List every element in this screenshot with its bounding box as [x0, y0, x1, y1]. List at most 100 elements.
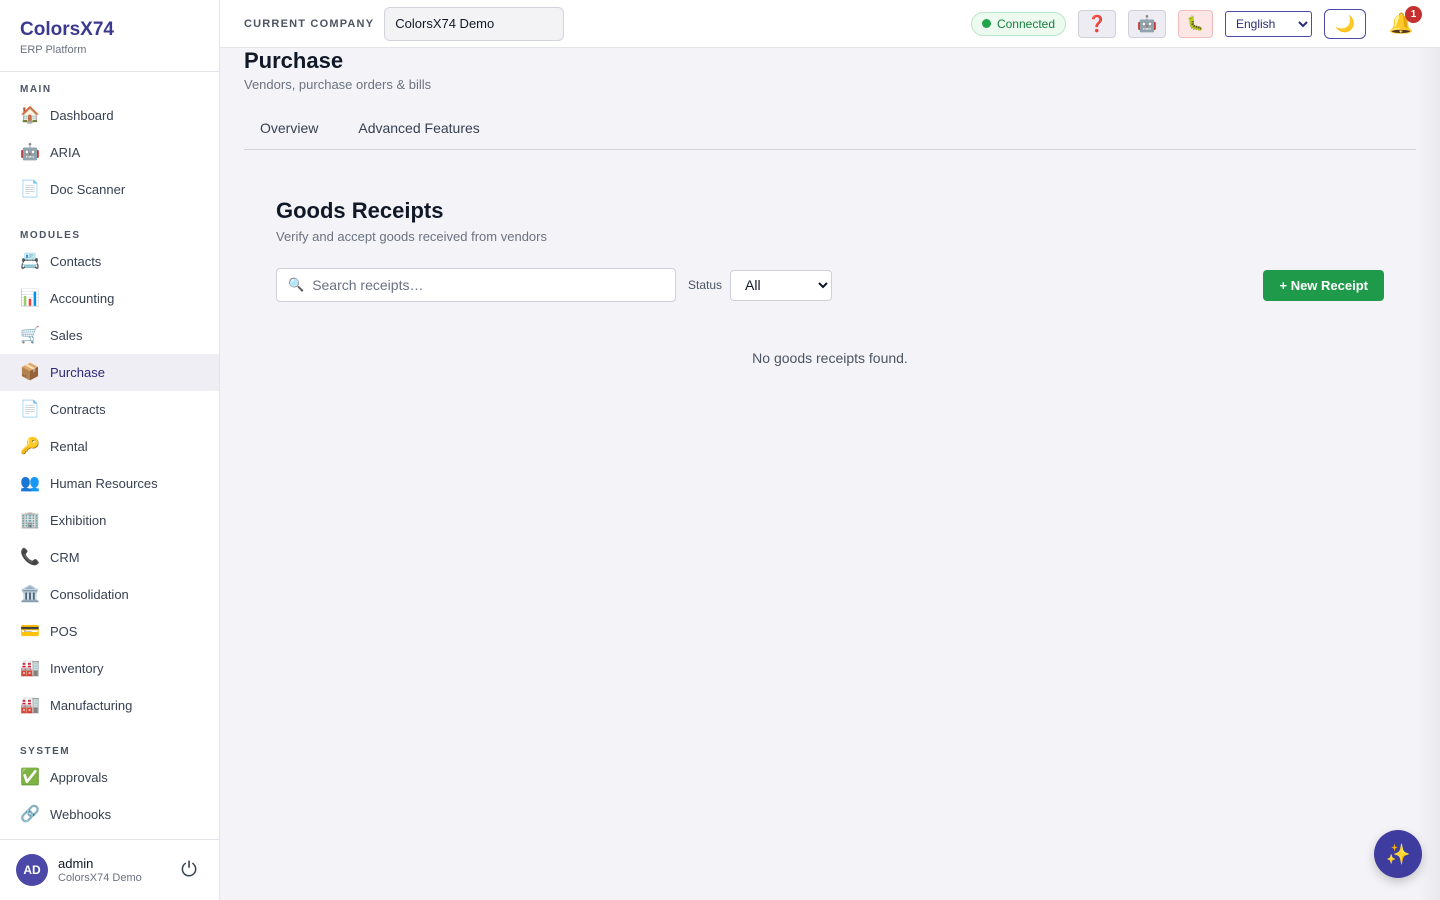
manufacturing-icon: 🏭	[20, 696, 40, 714]
search-input[interactable]	[312, 277, 664, 293]
section-label-main: MAIN	[20, 84, 52, 95]
crm-icon: 📞	[20, 548, 40, 566]
sidebar-item-exhibition[interactable]: 🏢 Exhibition	[0, 502, 219, 539]
sidebar-item-webhooks[interactable]: 🔗 Webhooks	[0, 796, 219, 833]
sidebar-item-contacts[interactable]: 📇 Contacts	[0, 243, 219, 280]
main-content: Purchase Vendors, purchase orders & bill…	[244, 48, 1416, 366]
page-subtitle: Vendors, purchase orders & bills	[244, 77, 432, 92]
language-select[interactable]: English	[1225, 10, 1312, 37]
sidebar-item-accounting[interactable]: 📊 Accounting	[0, 280, 219, 317]
status-filter-label: Status	[688, 278, 723, 292]
assistant-button[interactable]: 🤖	[1128, 9, 1166, 38]
dashboard-icon: 🏠	[20, 106, 40, 124]
user-bar: AD admin ColorsX74 Demo ⏻	[0, 839, 219, 900]
user-company: ColorsX74 Demo	[58, 872, 142, 884]
connection-status-text: Connected	[996, 16, 1055, 31]
sidebar-item-label: Human Resources	[50, 476, 158, 491]
sidebar-item-doc-scanner[interactable]: 📄 Doc Scanner	[0, 171, 219, 208]
contracts-icon: 📄	[20, 400, 40, 418]
status-filter-select[interactable]: All	[730, 269, 833, 301]
brand: ColorsX74 ERP Platform	[0, 0, 219, 72]
sidebar-item-label: Dashboard	[50, 108, 114, 123]
brand-subtitle: ERP Platform	[20, 44, 87, 56]
purchase-icon: 📦	[20, 363, 40, 381]
search-box: 🔍	[276, 268, 676, 302]
sidebar-item-consolidation[interactable]: 🏛️ Consolidation	[0, 576, 219, 613]
user-name: admin	[58, 856, 94, 871]
tab-overview[interactable]: Overview	[244, 113, 334, 149]
section-label-modules: MODULES	[20, 230, 81, 241]
search-icon: 🔍	[288, 277, 305, 292]
receipts-toolbar: 🔍 Status All + New Receipt	[276, 268, 1384, 302]
inventory-icon: 🏭	[20, 659, 40, 677]
sidebar-nav: MAIN 🏠 Dashboard 🤖 ARIA 📄 Doc Scanner MODULES 📇 C…	[0, 72, 219, 839]
report-bug-button[interactable]: 🐛	[1178, 9, 1213, 38]
connection-status-badge: Connected	[970, 11, 1066, 36]
company-selector[interactable]: ColorsX74 Demo	[384, 6, 565, 41]
bug-icon: 🐛	[1186, 15, 1205, 31]
accounting-icon: 📊	[20, 289, 40, 307]
current-company-label: CURRENT COMPANY	[244, 17, 375, 30]
sales-icon: 🛒	[20, 326, 40, 344]
rental-icon: 🔑	[20, 437, 40, 455]
aria-icon: 🤖	[20, 143, 40, 161]
consolidation-icon: 🏛️	[20, 585, 40, 603]
goods-receipts-subtitle: Verify and accept goods received from ve…	[276, 229, 547, 244]
tab-bar: Overview Advanced Features	[244, 113, 1416, 150]
avatar[interactable]: AD	[16, 854, 48, 886]
sidebar-item-label: Approvals	[50, 770, 108, 785]
ai-assistant-fab[interactable]: ✨	[1374, 830, 1422, 878]
help-button[interactable]: ❓	[1078, 9, 1116, 38]
sidebar-item-manufacturing[interactable]: 🏭 Manufacturing	[0, 687, 219, 724]
sidebar-item-inventory[interactable]: 🏭 Inventory	[0, 650, 219, 687]
sidebar-item-label: Manufacturing	[50, 698, 133, 713]
brand-title: ColorsX74	[20, 19, 114, 40]
sidebar-item-label: Contracts	[50, 402, 106, 417]
tab-advanced-features[interactable]: Advanced Features	[342, 113, 495, 149]
doc-scanner-icon: 📄	[20, 180, 40, 198]
sidebar-item-pos[interactable]: 💳 POS	[0, 613, 219, 650]
theme-toggle-button[interactable]: 🌙	[1324, 8, 1366, 39]
sidebar-item-label: Inventory	[50, 661, 104, 676]
sidebar-item-approvals[interactable]: ✅ Approvals	[0, 759, 219, 796]
human-resources-icon: 👥	[20, 474, 40, 492]
approvals-icon: ✅	[20, 768, 40, 786]
sidebar-item-dashboard[interactable]: 🏠 Dashboard	[0, 97, 219, 134]
status-dot-icon	[981, 19, 991, 28]
sidebar-item-label: Sales	[50, 328, 83, 343]
sidebar-item-label: Consolidation	[50, 587, 129, 602]
goods-receipts-panel: Goods Receipts Verify and accept goods r…	[276, 198, 1384, 366]
scroll-shadow	[1416, 48, 1440, 900]
pos-icon: 💳	[20, 622, 40, 640]
sidebar-item-crm[interactable]: 📞 CRM	[0, 539, 219, 576]
sidebar: ColorsX74 ERP Platform MAIN 🏠 Dashboard 🤖 AR…	[0, 0, 220, 900]
help-icon: ❓	[1087, 15, 1107, 33]
sidebar-item-human-resources[interactable]: 👥 Human Resources	[0, 465, 219, 502]
exhibition-icon: 🏢	[20, 511, 40, 529]
webhooks-icon: 🔗	[20, 805, 40, 823]
sidebar-item-label: CRM	[50, 550, 80, 565]
robot-icon: 🤖	[1137, 15, 1157, 33]
moon-icon: 🌙	[1335, 15, 1355, 33]
sidebar-item-label: Webhooks	[50, 807, 112, 822]
sidebar-item-contracts[interactable]: 📄 Contracts	[0, 391, 219, 428]
logout-icon[interactable]: ⏻	[175, 859, 203, 882]
section-label-system: SYSTEM	[20, 746, 71, 757]
page-title: Purchase	[244, 48, 344, 73]
sparkles-icon: ✨	[1385, 843, 1411, 866]
sidebar-item-sales[interactable]: 🛒 Sales	[0, 317, 219, 354]
sidebar-item-label: Contacts	[50, 254, 102, 269]
sidebar-item-purchase[interactable]: 📦 Purchase	[0, 354, 219, 391]
sidebar-item-label: Exhibition	[50, 513, 107, 528]
sidebar-item-aria[interactable]: 🤖 ARIA	[0, 134, 219, 171]
sidebar-item-label: Rental	[50, 439, 88, 454]
top-bar: CURRENT COMPANY ColorsX74 Demo Connected…	[220, 0, 1440, 48]
sidebar-item-label: ARIA	[50, 145, 81, 160]
sidebar-item-label: Doc Scanner	[50, 182, 126, 197]
notification-count-badge: 1	[1405, 5, 1422, 23]
notifications-button[interactable]: 🔔 1	[1386, 5, 1422, 39]
sidebar-item-rental[interactable]: 🔑 Rental	[0, 428, 219, 465]
empty-state-message: No goods receipts found.	[752, 350, 908, 366]
new-receipt-button[interactable]: + New Receipt	[1263, 269, 1384, 301]
sidebar-item-label: Purchase	[50, 365, 105, 380]
